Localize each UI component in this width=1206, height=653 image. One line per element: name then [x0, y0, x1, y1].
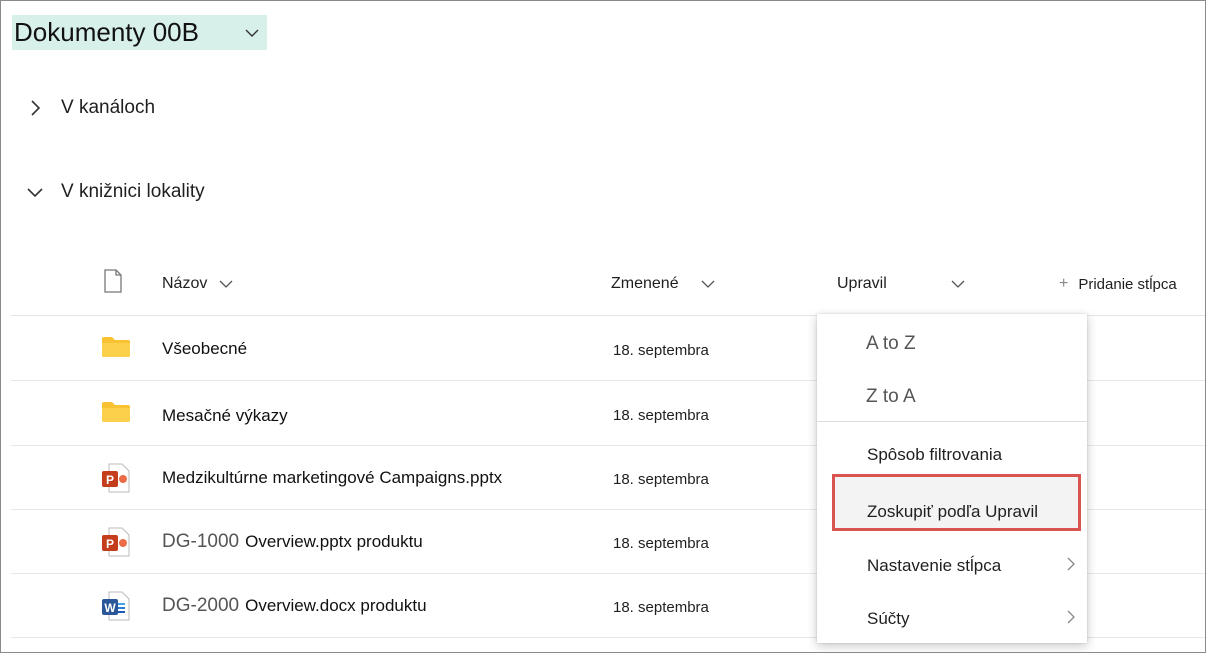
section-in-site-library[interactable]: V knižnici lokality: [25, 181, 205, 203]
modified-date: 18. septembra: [613, 599, 709, 616]
modified-date: 18. septembra: [613, 342, 709, 359]
add-column-label: Pridanie stĺpca: [1078, 275, 1177, 293]
file-name-text: Overview.pptx produktu: [245, 532, 423, 551]
library-switcher-button[interactable]: [200, 15, 267, 50]
modified-date: 18. septembra: [613, 471, 709, 488]
file-type-header-icon[interactable]: [103, 269, 123, 298]
svg-text:W: W: [104, 601, 116, 615]
column-header-label: Zmenené: [611, 275, 679, 292]
menu-item-label: Z to A: [866, 386, 916, 407]
chevron-right-icon: [1067, 609, 1075, 629]
menu-item-label: A to Z: [866, 333, 916, 354]
menu-divider: [817, 421, 1087, 422]
column-header-modified[interactable]: Zmenené: [611, 275, 715, 293]
section-in-channels[interactable]: V kanáloch: [25, 97, 155, 119]
chevron-right-icon: [1067, 556, 1075, 576]
column-header-label: Upravil: [837, 275, 887, 292]
chevron-down-icon: [219, 280, 233, 289]
totals-item[interactable]: Súčty: [817, 593, 1087, 645]
file-name[interactable]: Mesačné výkazy: [162, 406, 288, 426]
section-label: V knižnici lokality: [61, 181, 205, 202]
sort-z-to-a-item[interactable]: Z to A: [817, 371, 1087, 423]
menu-item-label: Spôsob filtrovania: [867, 445, 1003, 464]
chevron-right-icon: [25, 98, 45, 118]
chevron-down-icon: [245, 29, 259, 37]
column-header-modified-by[interactable]: Upravil: [837, 275, 965, 293]
chevron-down-icon: [25, 182, 45, 202]
file-name[interactable]: DG-2000 Overview.docx produktu: [162, 595, 427, 617]
chevron-down-icon: [701, 280, 715, 289]
library-title[interactable]: Dokumenty 00B: [12, 15, 201, 50]
document-id: DG-1000: [162, 531, 240, 552]
file-name-text: Medzikultúrne marketingové Campaigns.ppt…: [162, 468, 503, 487]
column-header-label: Názov: [162, 275, 208, 292]
column-header-row: Názov Zmenené Upravil + Pridanie stĺpca: [11, 261, 1205, 316]
menu-item-label: Nastavenie stĺpca: [867, 556, 1002, 575]
powerpoint-file-icon: P: [101, 527, 133, 557]
modified-date: 18. septembra: [613, 407, 709, 424]
sort-a-to-z-item[interactable]: A to Z: [817, 318, 1087, 370]
svg-text:P: P: [106, 473, 114, 487]
column-header-name[interactable]: Názov: [162, 275, 233, 293]
file-name-text: Mesačné výkazy: [162, 406, 288, 425]
add-column-button[interactable]: + Pridanie stĺpca: [1059, 275, 1177, 293]
chevron-down-icon: [951, 280, 965, 289]
folder-icon: [101, 336, 133, 364]
plus-icon: +: [1059, 275, 1069, 292]
powerpoint-file-icon: P: [101, 463, 133, 493]
folder-icon: [101, 401, 133, 429]
group-by-modified-by-item[interactable]: Zoskupiť podľa Upravil: [817, 486, 1087, 538]
word-file-icon: W: [101, 591, 133, 621]
svg-text:P: P: [106, 537, 114, 551]
file-name[interactable]: Všeobecné: [162, 339, 247, 359]
file-name[interactable]: DG-1000 Overview.pptx produktu: [162, 531, 423, 553]
file-name[interactable]: Medzikultúrne marketingové Campaigns.ppt…: [162, 468, 502, 488]
column-settings-item[interactable]: Nastavenie stĺpca: [817, 540, 1087, 592]
library-header: Dokumenty 00B: [12, 15, 267, 50]
column-header-menu: A to Z Z to A Spôsob filtrovania Zoskupi…: [817, 314, 1087, 643]
section-label: V kanáloch: [61, 97, 156, 118]
menu-item-label: Súčty: [867, 609, 910, 628]
menu-item-label: Zoskupiť podľa Upravil: [867, 502, 1039, 521]
file-name-text: Všeobecné: [162, 339, 248, 358]
document-id: DG-2000: [162, 595, 240, 616]
modified-date: 18. septembra: [613, 535, 709, 552]
file-name-text: Overview.docx produktu: [245, 596, 427, 615]
document-library-view: Dokumenty 00B V kanáloch V knižnici loka…: [0, 0, 1206, 653]
